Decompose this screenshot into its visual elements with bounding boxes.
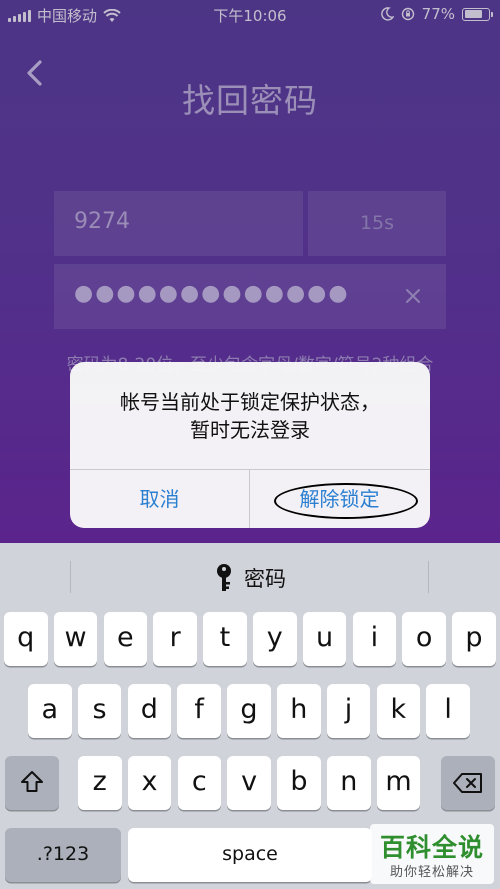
key-icon [217,564,231,591]
key-u[interactable]: u [302,612,347,666]
key-m[interactable]: m [376,756,421,810]
key-r[interactable]: r [153,612,197,666]
key-h[interactable]: h [277,684,321,738]
key-o[interactable]: o [402,612,446,666]
key-k[interactable]: k [376,684,421,738]
watermark-subtitle: 助你轻松解决 [389,865,474,880]
key-y[interactable]: y [253,612,297,666]
shift-icon [21,771,43,792]
key-p[interactable]: p [452,612,496,666]
backspace-icon [453,773,482,793]
key-s[interactable]: s [77,684,122,738]
key-z[interactable]: z [78,756,122,810]
key-e[interactable]: e [103,612,148,666]
numbers-key[interactable]: .?123 [5,828,121,882]
key-f[interactable]: f [177,684,221,738]
key-j[interactable]: j [326,684,371,738]
key-t[interactable]: t [203,612,247,666]
shift-key[interactable] [5,756,59,810]
highlight-circle [274,483,418,519]
key-v[interactable]: v [227,756,271,810]
backspace-key[interactable] [441,756,495,810]
alert-message-line2: 暂时无法登录 [190,418,310,442]
alert-dialog: 帐号当前处于锁定保护状态， 暂时无法登录 取消 解除锁定 [70,362,430,528]
key-x[interactable]: x [127,756,172,810]
key-n[interactable]: n [327,756,371,810]
key-d[interactable]: d [127,684,172,738]
key-i[interactable]: i [352,612,397,666]
key-b[interactable]: b [277,756,321,810]
keyboard-suggestion-bar: 密码 [0,543,500,607]
watermark: 百科全说 助你轻松解决 [370,824,494,884]
key-w[interactable]: w [53,612,98,666]
cancel-button[interactable]: 取消 [70,470,249,528]
key-a[interactable]: a [28,684,72,738]
suggestion-label: 密码 [244,567,286,591]
alert-message: 帐号当前处于锁定保护状态， 暂时无法登录 [70,388,430,444]
key-l[interactable]: l [426,684,470,738]
alert-message-line1: 帐号当前处于锁定保护状态， [120,390,380,414]
key-q[interactable]: q [4,612,48,666]
space-key[interactable]: space [128,828,372,882]
watermark-title: 百科全说 [379,833,484,862]
key-g[interactable]: g [227,684,271,738]
password-suggestion[interactable]: 密码 [0,563,500,593]
key-c[interactable]: c [177,756,222,810]
